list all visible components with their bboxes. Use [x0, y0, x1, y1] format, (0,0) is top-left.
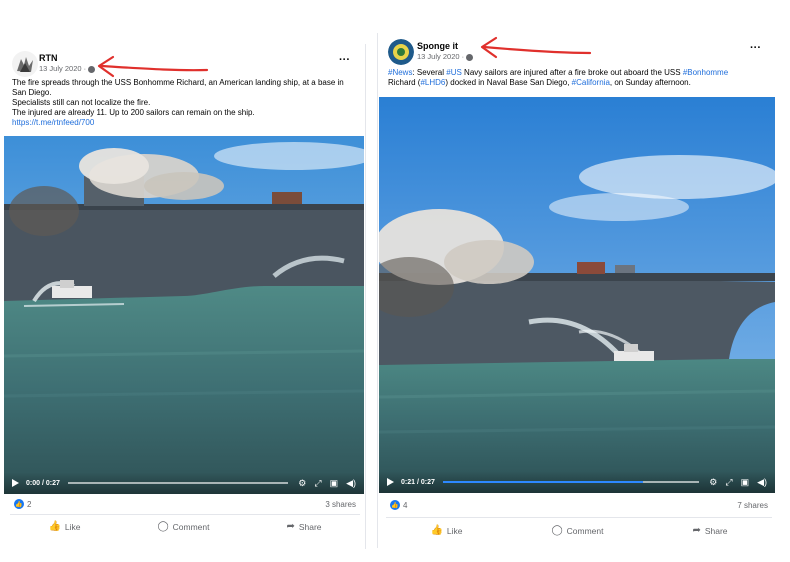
video-control-icons: ⚙ ⤢ ▣ ◀)	[298, 478, 356, 488]
video-control-icons: ⚙ ⤢ ▣ ◀)	[709, 477, 767, 487]
thumbs-up-icon: 👍	[48, 521, 61, 532]
play-icon[interactable]	[12, 479, 19, 487]
reaction-count[interactable]: 👍 4	[390, 500, 407, 510]
video-controls: 0:00 / 0:27 ⚙ ⤢ ▣ ◀)	[4, 472, 364, 494]
annotation-arrow-left	[97, 55, 209, 78]
thumbs-up-icon: 👍	[390, 500, 400, 510]
author-name[interactable]: Sponge it	[417, 41, 458, 51]
like-label: Like	[64, 521, 81, 532]
globe-icon	[466, 53, 474, 61]
settings-icon[interactable]: ⚙	[709, 477, 717, 487]
comment-icon: ◯	[551, 525, 563, 536]
volume-icon[interactable]: ◀)	[346, 478, 356, 488]
hashtag[interactable]: #LHD6	[420, 78, 445, 87]
fullscreen-icon[interactable]: ⤢	[725, 477, 732, 487]
comment-button[interactable]: ◯ Comment	[551, 525, 603, 536]
comment-button[interactable]: ◯ Comment	[157, 521, 209, 532]
caption-text: , on Sunday afternoon.	[609, 78, 691, 87]
caption-text: Richard (	[388, 78, 421, 87]
share-button[interactable]: ➦ Share	[286, 521, 321, 532]
screenshot-stage: RTN 13 July 2020 · ··· The fire spreads …	[0, 0, 790, 562]
hashtag[interactable]: #California	[572, 78, 610, 87]
facebook-post-sponge-it: Sponge it 13 July 2020 · ··· #News: Seve…	[377, 33, 778, 548]
video-controls: 0:21 / 0:27 ⚙ ⤢ ▣ ◀)	[379, 471, 775, 493]
play-icon[interactable]	[387, 478, 394, 486]
video-progress-fill	[442, 481, 643, 483]
video-frame	[379, 97, 775, 493]
share-count[interactable]: 7 shares	[737, 501, 768, 510]
hashtag[interactable]: #News	[388, 68, 412, 77]
facebook-post-rtn: RTN 13 July 2020 · ··· The fire spreads …	[2, 44, 366, 549]
comment-label: Comment	[566, 525, 604, 536]
video-player[interactable]: 0:00 / 0:27 ⚙ ⤢ ▣ ◀)	[4, 136, 364, 494]
reaction-count[interactable]: 👍 2	[14, 499, 31, 509]
post-actions: 👍 Like ◯ Comment ➦ Share	[386, 517, 772, 543]
post-link[interactable]: https://t.me/rtnfeed/700	[12, 118, 358, 128]
video-frame	[4, 136, 364, 494]
caption-line: Specialists still can not localize the f…	[12, 98, 151, 107]
like-button[interactable]: 👍 Like	[48, 521, 80, 532]
more-icon[interactable]: ···	[339, 54, 350, 66]
share-icon: ➦	[286, 521, 295, 532]
video-progress-bar[interactable]	[442, 481, 700, 483]
volume-icon[interactable]: ◀)	[757, 477, 767, 487]
author-name[interactable]: RTN	[39, 53, 58, 63]
reaction-number: 2	[27, 499, 32, 509]
post-date[interactable]: 13 July 2020 ·	[417, 52, 474, 61]
post-date[interactable]: 13 July 2020 ·	[39, 64, 96, 73]
more-icon[interactable]: ···	[750, 42, 761, 54]
caption-text: : Several	[412, 68, 447, 77]
hashtag[interactable]: #Bonhomme	[683, 68, 728, 77]
avatar-sponge-it[interactable]	[388, 39, 414, 65]
hashtag[interactable]: #US	[446, 68, 462, 77]
picture-in-picture-icon[interactable]: ▣	[741, 477, 750, 487]
avatar-rtn[interactable]	[12, 51, 38, 77]
caption-text: ) docked in Naval Base San Diego,	[445, 78, 572, 87]
fullscreen-icon[interactable]: ⤢	[314, 478, 321, 488]
video-progress-bar[interactable]	[67, 482, 289, 484]
share-icon: ➦	[692, 525, 701, 536]
post-date-text[interactable]: 13 July 2020 ·	[417, 52, 466, 61]
post-stats: 👍 4 7 shares	[390, 500, 768, 510]
post-actions: 👍 Like ◯ Comment ➦ Share	[10, 514, 360, 538]
thumbs-up-icon: 👍	[14, 499, 24, 509]
share-button[interactable]: ➦ Share	[692, 525, 727, 536]
caption-line: The injured are already 11. Up to 200 sa…	[12, 108, 255, 117]
like-label: Like	[446, 525, 463, 536]
post-caption: The fire spreads through the USS Bonhomm…	[12, 78, 358, 128]
thumbs-up-icon: 👍	[430, 525, 443, 536]
reaction-number: 4	[403, 500, 408, 510]
caption-text: Navy sailors are injured after a fire br…	[461, 68, 683, 77]
post-stats: 👍 2 3 shares	[14, 499, 356, 509]
caption-line: The fire spreads through the USS Bonhomm…	[12, 78, 344, 97]
post-caption: #News: Several #US Navy sailors are inju…	[388, 68, 770, 88]
share-count[interactable]: 3 shares	[325, 500, 356, 509]
picture-in-picture-icon[interactable]: ▣	[330, 478, 339, 488]
video-time: 0:21 / 0:27	[401, 478, 435, 486]
comment-icon: ◯	[157, 521, 169, 532]
video-time: 0:00 / 0:27	[26, 479, 60, 487]
share-label: Share	[704, 525, 728, 536]
share-label: Share	[298, 521, 322, 532]
annotation-arrow-right	[480, 36, 592, 59]
post-date-text[interactable]: 13 July 2020 ·	[39, 64, 88, 73]
video-player[interactable]: 0:21 / 0:27 ⚙ ⤢ ▣ ◀)	[379, 97, 775, 493]
comment-label: Comment	[172, 521, 210, 532]
like-button[interactable]: 👍 Like	[430, 525, 462, 536]
settings-icon[interactable]: ⚙	[298, 478, 306, 488]
